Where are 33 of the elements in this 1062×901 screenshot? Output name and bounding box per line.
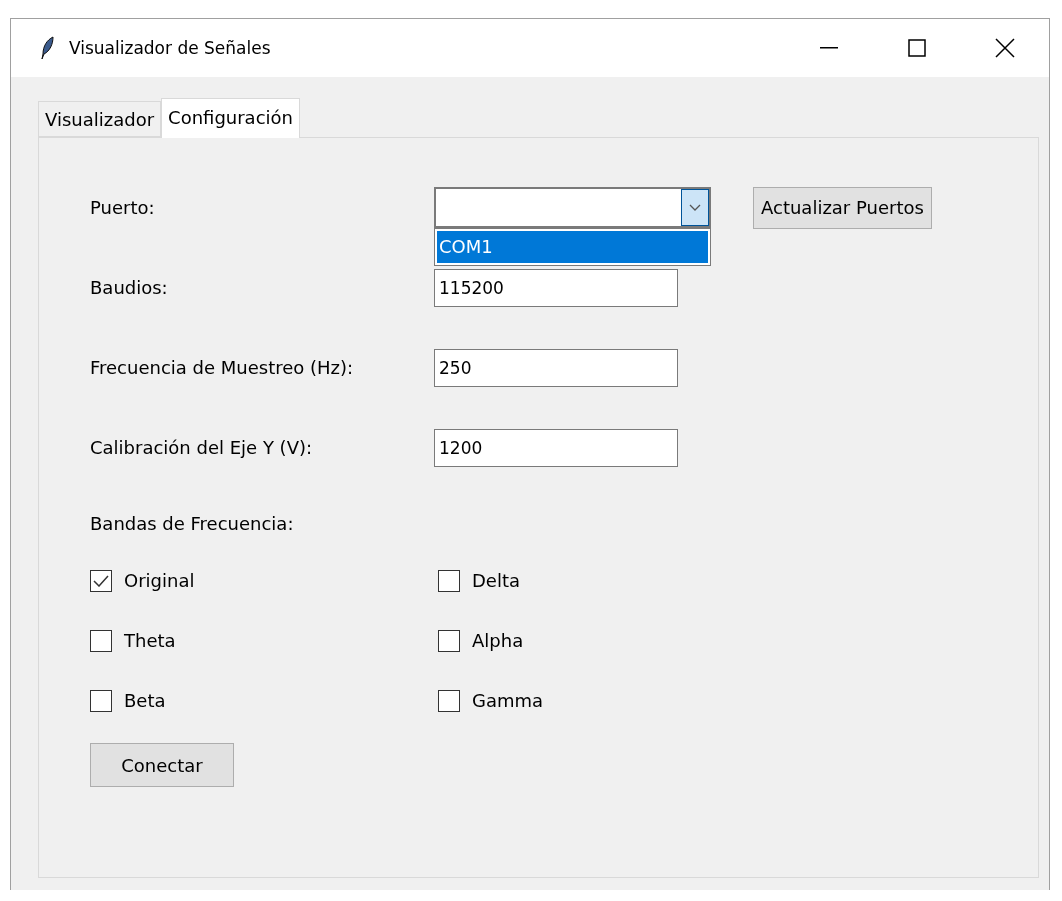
refresh-ports-button[interactable]: Actualizar Puertos (753, 186, 932, 229)
checkbox-label: Beta (124, 690, 166, 711)
section-label: Bandas de Frecuencia: (90, 513, 295, 534)
close-icon (995, 38, 1015, 58)
tab[interactable]: Configuración (161, 98, 300, 138)
minimize-icon (820, 47, 838, 49)
input-field[interactable]: 115200 (434, 268, 678, 307)
chevron-down-icon (689, 204, 701, 211)
maximize-icon (908, 39, 926, 57)
port-dropdown[interactable] (434, 187, 711, 228)
checkbox-label: Delta (472, 570, 521, 591)
window-title: Visualizador de Señales (69, 38, 272, 58)
checkbox-label: Gamma (472, 690, 544, 711)
checkbox[interactable] (438, 630, 460, 652)
checkbox[interactable] (90, 690, 112, 712)
checkmark-icon (93, 575, 109, 587)
input-field[interactable]: 1200 (434, 428, 678, 467)
field-label: Baudios: (90, 277, 169, 298)
checkbox-label: Theta (124, 630, 176, 651)
dropdown-option[interactable]: COM1 (437, 231, 708, 263)
checkbox[interactable] (438, 690, 460, 712)
checkbox-label: Alpha (472, 630, 524, 651)
field-label: Calibración del Eje Y (V): (90, 437, 314, 458)
field-label: Frecuencia de Muestreo (Hz): (90, 357, 355, 378)
checkbox[interactable] (438, 570, 460, 592)
tab[interactable]: Visualizador (38, 101, 162, 137)
field-label: Puerto: (90, 197, 156, 218)
checkbox-label: Original (124, 570, 195, 591)
feather-icon (41, 36, 55, 60)
checkbox[interactable] (90, 570, 112, 592)
input-field[interactable]: 250 (434, 348, 678, 387)
connect-button[interactable]: Conectar (90, 743, 234, 787)
checkbox[interactable] (90, 630, 112, 652)
